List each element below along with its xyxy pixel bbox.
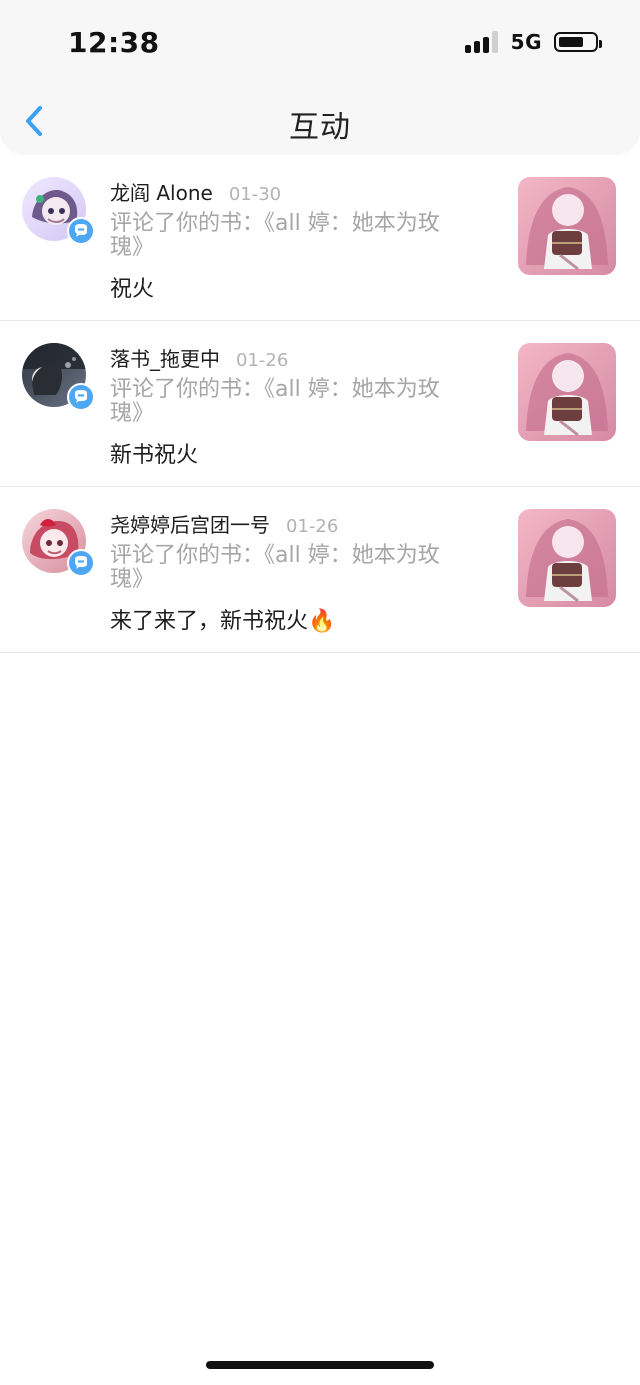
interaction-list: 龙阎 Alone 01-30 评论了你的书：《all 婷：她本为玫瑰》 祝火 落… bbox=[0, 155, 640, 653]
interaction-item[interactable]: 尧婷婷后宫团一号 01-26 评论了你的书：《all 婷：她本为玫瑰》 来了来了… bbox=[0, 487, 640, 653]
top-bar: 12:38 5G 互动 bbox=[0, 0, 640, 155]
interaction-item[interactable]: 龙阎 Alone 01-30 评论了你的书：《all 婷：她本为玫瑰》 祝火 bbox=[0, 155, 640, 321]
comment-badge bbox=[67, 549, 95, 577]
comment-text: 来了来了，新书祝火🔥 bbox=[110, 609, 336, 634]
interaction-description: 评论了你的书：《all 婷：她本为玫瑰》 bbox=[110, 211, 440, 260]
interaction-date: 01-30 bbox=[228, 184, 282, 205]
signal-icon bbox=[464, 31, 499, 53]
book-cover-thumbnail[interactable] bbox=[518, 177, 616, 275]
interaction-description: 评论了你的书：《all 婷：她本为玫瑰》 bbox=[110, 543, 440, 592]
name-row: 尧婷婷后宫团一号 01-26 bbox=[110, 509, 338, 538]
chat-bubble-icon bbox=[75, 390, 87, 403]
comment-badge bbox=[67, 383, 95, 411]
book-cover-illustration bbox=[518, 177, 616, 275]
comment-text: 新书祝火 bbox=[110, 443, 199, 468]
home-indicator[interactable] bbox=[206, 1361, 434, 1369]
interaction-description: 评论了你的书：《all 婷：她本为玫瑰》 bbox=[110, 377, 440, 426]
user-name[interactable]: 落书_拖更中 bbox=[110, 343, 220, 372]
book-cover-illustration bbox=[518, 343, 616, 441]
name-row: 龙阎 Alone 01-30 bbox=[110, 177, 281, 206]
book-cover-thumbnail[interactable] bbox=[518, 509, 616, 607]
user-name[interactable]: 龙阎 Alone bbox=[110, 177, 213, 206]
user-name[interactable]: 尧婷婷后宫团一号 bbox=[110, 509, 270, 538]
status-icons: 5G bbox=[464, 30, 602, 54]
name-row: 落书_拖更中 01-26 bbox=[110, 343, 288, 372]
comment-badge bbox=[67, 217, 95, 245]
network-type: 5G bbox=[510, 30, 542, 54]
interaction-date: 01-26 bbox=[236, 350, 289, 371]
chat-bubble-icon bbox=[75, 224, 87, 237]
page-title: 互动 bbox=[289, 110, 351, 145]
interaction-item[interactable]: 落书_拖更中 01-26 评论了你的书：《all 婷：她本为玫瑰》 新书祝火 bbox=[0, 321, 640, 487]
comment-text: 祝火 bbox=[110, 277, 155, 302]
chat-bubble-icon bbox=[75, 556, 87, 569]
status-time: 12:38 bbox=[68, 26, 160, 59]
book-cover-illustration bbox=[518, 509, 616, 607]
interaction-date: 01-26 bbox=[286, 516, 339, 537]
battery-icon bbox=[554, 32, 602, 52]
book-cover-thumbnail[interactable] bbox=[518, 343, 616, 441]
